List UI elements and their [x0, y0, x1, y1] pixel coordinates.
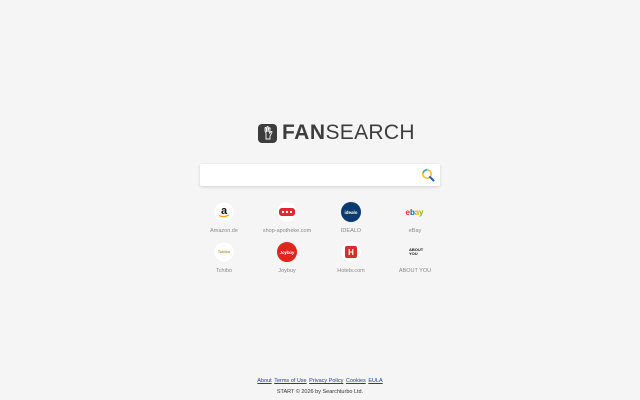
footer-link-terms[interactable]: Terms of Use — [274, 378, 306, 384]
idealo-icon: idealo — [341, 202, 361, 222]
footer-link-privacy[interactable]: Privacy Policy — [309, 378, 343, 384]
hand-icon — [258, 123, 277, 143]
logo-text-fan: FAN — [282, 121, 326, 144]
tchibo-icon-text: Tchibo — [217, 250, 231, 254]
hotels-icon-text: H — [348, 247, 354, 257]
shortcut-aboutyou[interactable]: ABOUT YOU ABOUT YOU — [383, 242, 447, 274]
hotels-icon: H — [341, 242, 361, 262]
shortcut-tchibo[interactable]: Tchibo Tchibo — [192, 242, 256, 274]
tchibo-icon: Tchibo — [214, 242, 234, 262]
search-icon — [422, 169, 435, 182]
fansearch-logo: FAN SEARCH — [258, 121, 415, 144]
svg-text:a: a — [221, 205, 228, 217]
shortcut-label: eBay — [408, 228, 422, 234]
shortcut-label: Hotels.com — [337, 268, 365, 274]
shortcut-shop-apotheke[interactable]: shop-apotheke.com — [255, 202, 319, 234]
footer-copyright: START © 2026 by Searchturbo Ltd. — [276, 389, 364, 395]
aboutyou-icon-text: ABOUT YOU — [409, 246, 424, 256]
shortcut-label: Joybuy — [278, 268, 296, 274]
shop-apotheke-icon — [277, 202, 297, 222]
logo-text-search: SEARCH — [325, 121, 415, 144]
shortcut-hotels[interactable]: H Hotels.com — [319, 242, 383, 274]
shortcut-label: Tchibo — [216, 268, 232, 274]
shortcut-label: Amazon.de — [210, 228, 238, 234]
shortcut-label: shop-apotheke.com — [262, 228, 312, 234]
footer-link-cookies[interactable]: Cookies — [346, 378, 366, 384]
shortcut-ebay[interactable]: e b a y eBay — [383, 202, 447, 234]
search-bar — [200, 164, 440, 186]
aboutyou-icon: ABOUT YOU — [405, 242, 425, 262]
shortcut-label: IDEALO — [340, 228, 362, 234]
shortcut-idealo[interactable]: idealo IDEALO — [319, 202, 383, 234]
svg-text:y: y — [419, 208, 424, 217]
idealo-icon-text: idealo — [344, 209, 358, 215]
footer-link-eula[interactable]: EULA — [368, 378, 382, 384]
joybuy-icon-text: Joybuy — [279, 249, 295, 255]
search-button[interactable] — [421, 168, 435, 182]
shortcut-label: ABOUT YOU — [398, 268, 432, 274]
amazon-icon: a — [214, 202, 234, 222]
ebay-icon: e b a y — [405, 202, 425, 222]
joybuy-icon: Joybuy — [277, 242, 297, 262]
footer-links: About Terms of Use Privacy Policy Cookie… — [0, 378, 640, 384]
shortcut-amazon[interactable]: a Amazon.de — [192, 202, 256, 234]
search-input[interactable] — [206, 166, 420, 186]
shortcut-joybuy[interactable]: Joybuy Joybuy — [255, 242, 319, 274]
footer-link-about[interactable]: About — [257, 378, 271, 384]
